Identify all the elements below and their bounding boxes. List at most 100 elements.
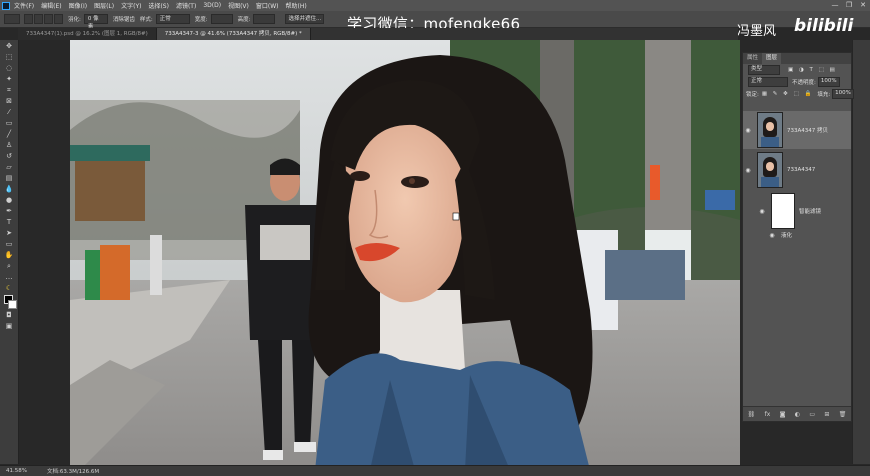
blur-tool-icon[interactable]: 💧: [4, 185, 14, 194]
layer-kind-select[interactable]: 类型: [748, 65, 780, 75]
dodge-tool-icon[interactable]: ●: [4, 196, 14, 205]
eye-icon[interactable]: ◉: [743, 127, 753, 134]
panel-dock: [852, 40, 870, 464]
layer-row[interactable]: ◉ 733A4347 拷贝: [743, 111, 851, 149]
menu-edit[interactable]: 编辑(E): [41, 1, 61, 10]
tab-layers[interactable]: 图层: [762, 53, 782, 64]
style-select[interactable]: 正常: [155, 14, 190, 24]
menu-image[interactable]: 图像(I): [69, 1, 87, 10]
smart-filter-label: 智能滤镜: [799, 209, 822, 215]
minimize-button[interactable]: —: [828, 0, 842, 11]
screen-mode-icon[interactable]: ▣: [4, 322, 14, 331]
shape-tool-icon[interactable]: ▭: [4, 240, 14, 249]
edit-toolbar-icon[interactable]: …: [4, 273, 14, 282]
menu-help[interactable]: 帮助(H): [286, 1, 307, 10]
adjustment-icon[interactable]: ◐: [795, 411, 800, 418]
window-controls: — ❐ ✕: [828, 0, 870, 11]
photoshop-logo-icon[interactable]: [2, 1, 10, 10]
menu-view[interactable]: 视图(V): [228, 1, 249, 10]
document-tabs: 733A4347(1).psd @ 16.2% (图层 1, RGB/8#) 7…: [18, 28, 738, 40]
smart-filter-row[interactable]: ◉ 智能滤镜: [743, 191, 851, 231]
opacity-input[interactable]: 100%: [817, 77, 840, 87]
fill-label: 填充:: [817, 92, 831, 98]
folder-icon[interactable]: ▭: [809, 411, 815, 418]
magic-wand-tool-icon[interactable]: ✦: [4, 75, 14, 84]
quick-mask-icon[interactable]: ◘: [4, 311, 14, 320]
panel-tabs: 属性 图层: [743, 53, 851, 64]
select-and-mask-button[interactable]: 选择并遮住...: [285, 14, 325, 24]
zoom-level[interactable]: 41.58%: [6, 468, 27, 474]
width-label: 宽度:: [194, 17, 208, 23]
menu-file[interactable]: 文件(F): [14, 1, 34, 10]
eye-icon[interactable]: ◉: [767, 232, 777, 239]
banana-icon[interactable]: ☾: [4, 284, 14, 293]
brush-tool-icon[interactable]: ╱: [4, 130, 14, 139]
add-selection-icon[interactable]: [34, 14, 43, 24]
menu-3d[interactable]: 3D(D): [203, 2, 221, 9]
hand-tool-icon[interactable]: ✋: [4, 251, 14, 260]
healing-tool-icon[interactable]: ▭: [4, 119, 14, 128]
path-selection-icon[interactable]: ➤: [4, 229, 14, 238]
tool-preset-button[interactable]: [4, 14, 20, 24]
color-swatches[interactable]: [4, 295, 17, 309]
eyedropper-tool-icon[interactable]: ⁄: [4, 108, 14, 117]
antialias-checkbox[interactable]: 消除锯齿: [113, 15, 135, 23]
layer-filter-row: 类型 ▣ ◑ T ⬚ ▤: [743, 64, 851, 76]
lock-label: 锁定:: [746, 92, 759, 98]
eraser-tool-icon[interactable]: ▱: [4, 163, 14, 172]
layer-row[interactable]: ◉ 733A4347: [743, 151, 851, 189]
trash-icon[interactable]: 🗑: [839, 411, 847, 418]
new-selection-icon[interactable]: [24, 14, 33, 24]
layers-panel: 属性 图层 类型 ▣ ◑ T ⬚ ▤ 正常 不透明度: 100% 锁定: ▦ ✎…: [742, 52, 854, 422]
lock-icons[interactable]: ▦ ✎ ✥ ⬚ 🔒: [762, 91, 813, 97]
filter-mask-thumbnail: [771, 193, 795, 229]
blend-mode-select[interactable]: 正常: [748, 77, 788, 87]
layer-thumbnail: [757, 152, 783, 188]
intersect-selection-icon[interactable]: [54, 14, 63, 24]
link-icon[interactable]: ⛓: [748, 411, 756, 418]
new-layer-icon[interactable]: ⊞: [824, 411, 829, 418]
menu-type[interactable]: 文字(Y): [121, 1, 141, 10]
lock-row: 锁定: ▦ ✎ ✥ ⬚ 🔒 填充: 100%: [743, 88, 854, 100]
eye-icon[interactable]: ◉: [757, 208, 767, 215]
move-tool-icon[interactable]: ✥: [4, 42, 14, 51]
crop-tool-icon[interactable]: ⌗: [4, 86, 14, 95]
menu-layer[interactable]: 图层(L): [94, 1, 114, 10]
filter-icons[interactable]: ▣ ◑ T ⬚ ▤: [788, 67, 837, 73]
bilibili-logo: bilibili: [794, 16, 854, 36]
fx-icon[interactable]: fx: [765, 411, 771, 418]
lasso-tool-icon[interactable]: ◌: [4, 64, 14, 73]
tab-properties[interactable]: 属性: [743, 53, 762, 64]
menu-filter[interactable]: 滤镜(T): [176, 1, 196, 10]
menu-window[interactable]: 窗口(W): [256, 1, 279, 10]
zoom-tool-icon[interactable]: ⌕: [4, 262, 14, 271]
close-button[interactable]: ✕: [856, 0, 870, 11]
gradient-tool-icon[interactable]: ▤: [4, 174, 14, 183]
history-brush-icon[interactable]: ↺: [4, 152, 14, 161]
blend-row: 正常 不透明度: 100%: [743, 76, 851, 88]
layer-name: 733A4347 拷贝: [787, 128, 829, 134]
brand-watermark: 冯墨风: [737, 24, 777, 39]
tab-document-1[interactable]: 733A4347(1).psd @ 16.2% (图层 1, RGB/8#): [18, 28, 157, 40]
portrait-photo: [70, 40, 740, 470]
subtract-selection-icon[interactable]: [44, 14, 53, 24]
filter-item-row[interactable]: ◉ 液化: [743, 229, 851, 241]
tools-panel: ✥ ⬚ ◌ ✦ ⌗ ⊠ ⁄ ▭ ╱ ♙ ↺ ▱ ▤ 💧 ● ✒ T ➤ ▭ ✋ …: [0, 40, 19, 464]
feather-input[interactable]: 0 像素: [83, 14, 108, 30]
tab-document-2[interactable]: 733A4347-3 @ 41.6% (733A4347 拷贝, RGB/8#)…: [156, 28, 311, 40]
marquee-tool-icon[interactable]: ⬚: [4, 53, 14, 62]
fill-input[interactable]: 100%: [832, 89, 854, 99]
layer-name: 733A4347: [787, 167, 816, 173]
type-tool-icon[interactable]: T: [4, 218, 14, 227]
eye-icon[interactable]: ◉: [743, 167, 753, 174]
menu-select[interactable]: 选择(S): [148, 1, 169, 10]
stamp-tool-icon[interactable]: ♙: [4, 141, 14, 150]
mask-icon[interactable]: ◙: [780, 411, 786, 418]
frame-tool-icon[interactable]: ⊠: [4, 97, 14, 106]
document-canvas[interactable]: [70, 40, 740, 470]
maximize-button[interactable]: ❐: [842, 0, 856, 11]
pen-tool-icon[interactable]: ✒: [4, 207, 14, 216]
menu-bar: 文件(F) 编辑(E) 图像(I) 图层(L) 文字(Y) 选择(S) 滤镜(T…: [0, 0, 870, 11]
height-input[interactable]: [253, 14, 276, 24]
width-input[interactable]: [210, 14, 233, 24]
